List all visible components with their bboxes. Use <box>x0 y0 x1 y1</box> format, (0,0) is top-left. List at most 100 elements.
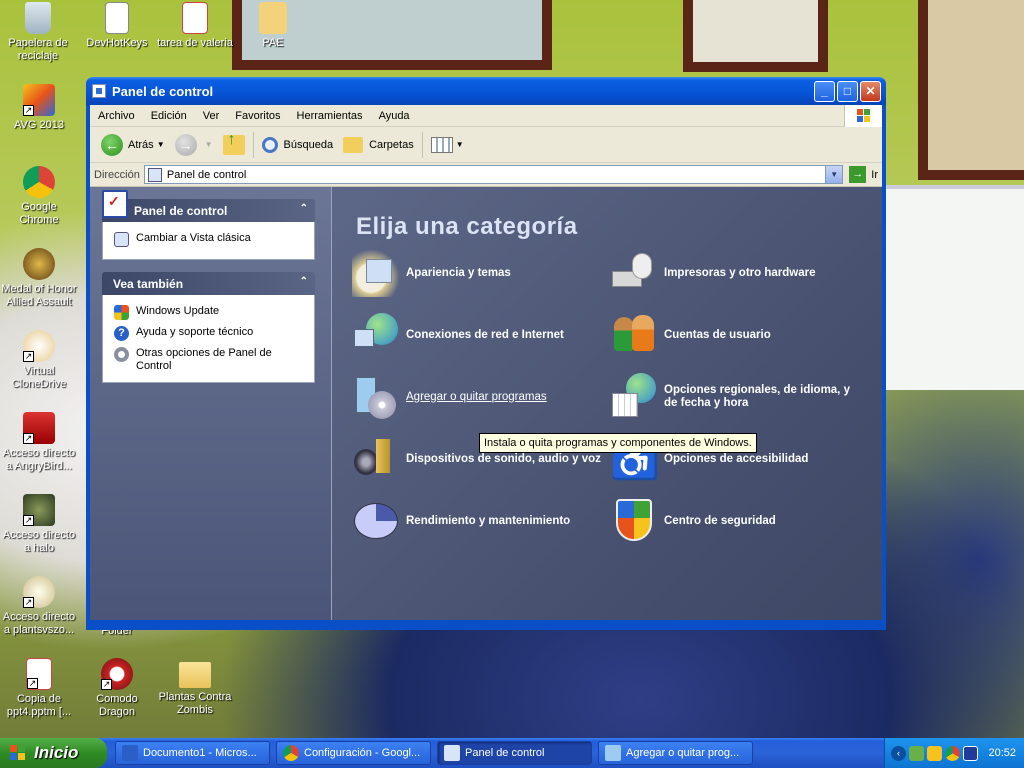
desktop-icon-virtual-clonedrive[interactable]: ↗ Virtual CloneDrive <box>1 330 77 391</box>
presentation-file-icon <box>182 2 208 34</box>
folders-button[interactable]: Carpetas <box>338 130 419 160</box>
tooltip: Instala o quita programas y componentes … <box>479 433 757 453</box>
category-printers-hardware[interactable]: Impresoras y otro hardware <box>610 249 860 297</box>
desktop-icon-label: Google Chrome <box>19 201 59 226</box>
desktop-icon-tarea-valeria[interactable]: tarea de valeria <box>157 2 233 50</box>
help-icon: ? <box>114 326 129 341</box>
medal-icon <box>23 248 55 280</box>
desktop-icon-devhotkeys[interactable]: DevHotKeys <box>79 2 155 50</box>
menu-ayuda[interactable]: Ayuda <box>371 110 418 122</box>
chrome-tray-icon[interactable] <box>945 745 960 761</box>
collapse-chevron-icon[interactable]: ⌃ <box>300 203 308 214</box>
start-button[interactable]: Inicio <box>0 738 107 768</box>
menu-archivo[interactable]: Archivo <box>90 110 143 122</box>
other-options-link[interactable]: Otras opciones de Panel de Control <box>114 347 306 373</box>
go-label: Ir <box>871 168 878 181</box>
control-panel-icon <box>147 167 162 182</box>
desktop-icon-plantsvszombies-shortcut[interactable]: ↗ Acceso directo a plantsvszo... <box>1 576 77 637</box>
control-panel-window[interactable]: Panel de control _ □ ✕ Archivo Edición V… <box>86 77 886 630</box>
maximize-button[interactable]: □ <box>837 80 858 102</box>
close-button[interactable]: ✕ <box>860 80 881 102</box>
avg-tray-icon[interactable] <box>927 745 942 761</box>
views-button[interactable]: ▼ <box>426 130 469 160</box>
desktop-icon-comodo-dragon[interactable]: ↗ Comodo Dragon <box>79 658 155 719</box>
tray-expand-icon[interactable]: ‹ <box>891 745 906 761</box>
windows-update-icon <box>114 305 129 320</box>
category-security-center[interactable]: Centro de seguridad <box>610 497 860 545</box>
switch-classic-view-link[interactable]: Cambiar a Vista clásica <box>114 232 306 247</box>
search-button[interactable]: Búsqueda <box>257 130 339 160</box>
desktop-icon-avg[interactable]: ↗ AVG 2013 <box>1 84 77 132</box>
category-performance[interactable]: Rendimiento y mantenimiento <box>352 497 602 545</box>
shortcut-arrow-icon: ↗ <box>23 515 34 526</box>
folder-icon <box>179 662 211 688</box>
category-user-accounts[interactable]: Cuentas de usuario <box>610 311 860 359</box>
word-icon <box>122 745 138 761</box>
control-panel-small-icon <box>114 232 129 247</box>
category-network[interactable]: Conexiones de red e Internet <box>352 311 602 359</box>
windows-update-link[interactable]: Windows Update <box>114 305 306 320</box>
menu-edicion[interactable]: Edición <box>143 110 195 122</box>
desktop-icon-medal-of-honor[interactable]: Medal of Honor Allied Assault <box>1 248 77 309</box>
see-also-header[interactable]: Vea también ⌃ <box>102 272 315 295</box>
control-panel-box: Panel de control ⌃ Cambiar a Vista clási… <box>102 190 315 260</box>
shortcut-arrow-icon: ↗ <box>101 679 112 690</box>
address-field[interactable]: Panel de control ▼ <box>143 165 844 184</box>
collapse-chevron-icon[interactable]: ⌃ <box>300 276 308 287</box>
desktop-icon-recycle-bin[interactable]: Papelera de reciclaje <box>0 2 76 63</box>
back-label: Atrás <box>128 138 154 151</box>
help-support-link[interactable]: ? Ayuda y soporte técnico <box>114 326 306 341</box>
task-chrome[interactable]: Configuración - Googl... <box>276 741 431 765</box>
address-dropdown-icon[interactable]: ▼ <box>825 166 843 183</box>
task-word[interactable]: Documento1 - Micros... <box>115 741 270 765</box>
up-folder-button[interactable]: ↑ <box>218 130 250 160</box>
desktop-icon-label: Comodo Dragon <box>96 693 138 718</box>
desktop-icon-copia-ppt4[interactable]: ↗ Copia de ppt4.pptm [... <box>1 658 77 719</box>
go-arrow-icon: → <box>849 166 867 183</box>
desktop-icon-chrome[interactable]: Google Chrome <box>1 166 77 227</box>
security-center-icon <box>610 497 658 545</box>
task-control-panel[interactable]: Panel de control <box>437 741 592 765</box>
desktop-icon-label: Papelera de reciclaje <box>8 37 68 62</box>
desktop-icon-halo[interactable]: ↗ Acceso directo a halo <box>1 494 77 555</box>
document-icon <box>105 2 129 34</box>
search-icon <box>261 136 278 153</box>
go-button[interactable]: → Ir <box>849 166 878 183</box>
forward-dropdown-icon[interactable]: ▼ <box>205 140 213 149</box>
avg-icon: ↗ <box>23 84 55 116</box>
toolbar-separator <box>252 131 254 158</box>
task-label: Agregar o quitar prog... <box>626 747 740 759</box>
other-options-label: Otras opciones de Panel de Control <box>136 347 272 372</box>
category-regional-options[interactable]: Opciones regionales, de idioma, y de fec… <box>610 373 860 421</box>
task-label: Documento1 - Micros... <box>143 747 257 759</box>
clock[interactable]: 20:52 <box>988 747 1016 759</box>
task-add-remove-programs[interactable]: Agregar o quitar prog... <box>598 741 753 765</box>
back-dropdown-icon[interactable]: ▼ <box>157 140 165 149</box>
shortcut-arrow-icon: ↗ <box>23 433 34 444</box>
background-photo-frame-3 <box>918 0 1024 180</box>
desktop-icon-pae[interactable]: PAE <box>235 2 311 50</box>
control-panel-box-header[interactable]: Panel de control ⌃ <box>102 190 315 222</box>
desktop-icon-plantas-contra-zombis[interactable]: Plantas Contra Zombis <box>157 658 233 717</box>
category-appearance[interactable]: Apariencia y temas <box>352 249 602 297</box>
menu-ver[interactable]: Ver <box>195 110 228 122</box>
gear-icon <box>114 347 129 362</box>
category-add-remove-programs[interactable]: Agregar o quitar programas <box>352 373 602 421</box>
desktop-icon-label: PAE <box>262 37 284 49</box>
back-button[interactable]: ← Atrás ▼ <box>96 130 170 160</box>
views-dropdown-icon[interactable]: ▼ <box>456 140 464 149</box>
regional-icon <box>610 373 658 421</box>
network-tray-icon[interactable] <box>909 745 924 761</box>
desktop-icon-angry-birds[interactable]: ↗ Acceso directo a AngryBird... <box>1 412 77 473</box>
menu-favoritos[interactable]: Favoritos <box>227 110 288 122</box>
display-tray-icon[interactable] <box>963 745 978 761</box>
forward-button[interactable]: → ▼ <box>170 130 218 160</box>
title-bar[interactable]: Panel de control _ □ ✕ <box>86 77 886 105</box>
chrome-icon <box>283 745 299 761</box>
background-whiteboard <box>885 185 1024 390</box>
back-arrow-icon: ← <box>101 133 123 156</box>
minimize-button[interactable]: _ <box>814 80 835 102</box>
menu-herramientas[interactable]: Herramientas <box>289 110 371 122</box>
desktop-icon-label: Acceso directo a halo <box>2 529 76 554</box>
window-title: Panel de control <box>112 83 214 99</box>
